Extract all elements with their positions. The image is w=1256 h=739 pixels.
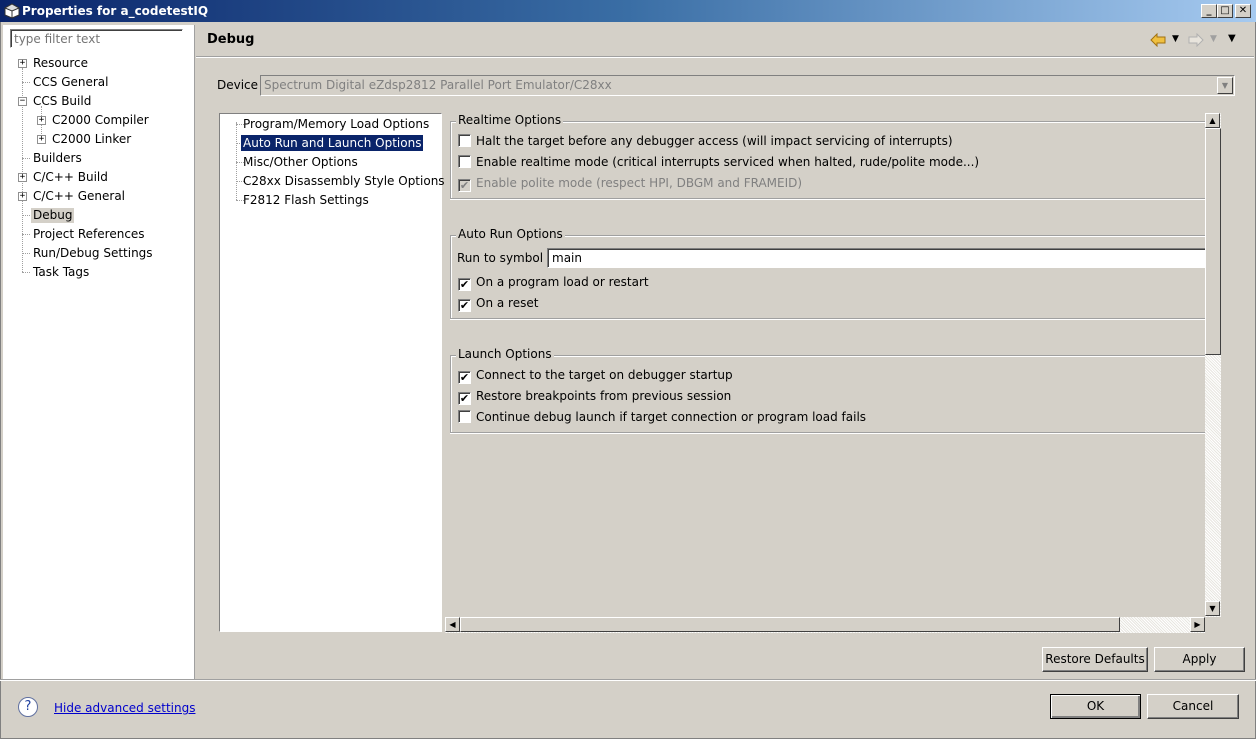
- connect-target-checkbox[interactable]: ✔: [458, 371, 471, 384]
- minimize-button[interactable]: _: [1201, 4, 1217, 18]
- option-disassembly-style[interactable]: C28xx Disassembly Style Options: [243, 173, 445, 189]
- sidebar-item-task-tags[interactable]: Task Tags: [33, 265, 89, 280]
- option-auto-run-launch[interactable]: Auto Run and Launch Options: [241, 135, 424, 151]
- footer-separator: [0, 679, 1256, 681]
- sidebar-item-resource[interactable]: Resource: [33, 56, 88, 71]
- scroll-left-icon[interactable]: ◀: [445, 617, 460, 632]
- option-flash-settings[interactable]: F2812 Flash Settings: [243, 192, 369, 208]
- continue-launch-label: Continue debug launch if target connecti…: [476, 410, 867, 424]
- expand-icon[interactable]: +: [37, 135, 46, 144]
- horizontal-scroll-thumb[interactable]: [460, 617, 1120, 632]
- connect-target-label: Connect to the target on debugger startu…: [476, 368, 733, 382]
- options-content: Realtime Options Halt the target before …: [445, 113, 1221, 632]
- maximize-button[interactable]: □: [1217, 4, 1233, 18]
- vertical-scroll-thumb[interactable]: [1205, 128, 1221, 355]
- expand-icon[interactable]: +: [37, 116, 46, 125]
- sidebar-item-project-references[interactable]: Project References: [33, 227, 145, 242]
- options-category-list: Program/Memory Load Options Auto Run and…: [219, 113, 445, 632]
- sidebar-item-debug[interactable]: Debug: [31, 208, 75, 223]
- vertical-scrollbar[interactable]: ▲ ▼: [1205, 113, 1221, 617]
- halt-target-option[interactable]: Halt the target before any debugger acce…: [458, 134, 953, 148]
- sidebar-item-cpp-general[interactable]: C/C++ General: [33, 189, 125, 204]
- sidebar-item-run-debug-settings[interactable]: Run/Debug Settings: [33, 246, 153, 261]
- option-program-memory-load[interactable]: Program/Memory Load Options: [243, 116, 429, 132]
- restore-breakpoints-checkbox[interactable]: ✔: [458, 392, 471, 405]
- connect-target-option[interactable]: ✔ Connect to the target on debugger start…: [458, 368, 733, 384]
- halt-target-label: Halt the target before any debugger acce…: [476, 134, 953, 148]
- page-title: Debug: [207, 32, 255, 47]
- sidebar-item-ccs-build[interactable]: CCS Build: [33, 94, 91, 109]
- title-bar: Properties for a_codetestIQ _ □ ✕: [0, 0, 1256, 22]
- continue-launch-option[interactable]: Continue debug launch if target connecti…: [458, 410, 866, 424]
- view-menu-icon[interactable]: ▼: [1228, 31, 1236, 47]
- realtime-mode-option[interactable]: Enable realtime mode (critical interrupt…: [458, 155, 979, 169]
- app-icon: [4, 3, 20, 19]
- expand-icon[interactable]: +: [18, 192, 27, 201]
- sidebar-item-c2000-compiler[interactable]: C2000 Compiler: [52, 113, 149, 128]
- sidebar-item-builders[interactable]: Builders: [33, 151, 82, 166]
- restore-defaults-button[interactable]: Restore Defaults: [1042, 647, 1148, 672]
- option-misc-other[interactable]: Misc/Other Options: [243, 154, 358, 170]
- launch-options-legend: Launch Options: [456, 347, 554, 361]
- restore-breakpoints-option[interactable]: ✔ Restore breakpoints from previous sessi…: [458, 389, 731, 405]
- ok-button[interactable]: OK: [1050, 694, 1141, 719]
- restore-breakpoints-label: Restore breakpoints from previous sessio…: [476, 389, 732, 403]
- horizontal-scrollbar[interactable]: ◀ ▶: [445, 617, 1205, 633]
- continue-launch-checkbox[interactable]: [458, 410, 471, 423]
- sidebar-item-c2000-linker[interactable]: C2000 Linker: [52, 132, 131, 147]
- realtime-options-legend: Realtime Options: [456, 113, 564, 127]
- run-to-symbol-input[interactable]: main: [547, 248, 1207, 268]
- on-program-load-label: On a program load or restart: [476, 275, 649, 289]
- polite-mode-label: Enable polite mode (respect HPI, DBGM an…: [476, 176, 803, 190]
- help-icon[interactable]: ?: [18, 697, 38, 717]
- close-button[interactable]: ✕: [1235, 4, 1251, 18]
- sidebar-item-cpp-build[interactable]: C/C++ Build: [33, 170, 108, 185]
- back-history-dropdown-icon[interactable]: ▼: [1172, 31, 1179, 47]
- expand-icon[interactable]: +: [18, 173, 27, 182]
- window-title: Properties for a_codetestIQ: [22, 4, 209, 18]
- collapse-icon[interactable]: −: [18, 97, 27, 106]
- header-separator: [196, 56, 1254, 58]
- back-arrow-icon[interactable]: [1150, 33, 1166, 47]
- realtime-mode-label: Enable realtime mode (critical interrupt…: [476, 155, 980, 169]
- hide-advanced-settings-link[interactable]: Hide advanced settings: [54, 701, 195, 715]
- on-program-load-option[interactable]: ✔ On a program load or restart: [458, 275, 649, 291]
- cancel-button[interactable]: Cancel: [1147, 694, 1239, 719]
- scroll-right-icon[interactable]: ▶: [1190, 617, 1205, 632]
- on-program-load-checkbox[interactable]: ✔: [458, 278, 471, 291]
- forward-history-dropdown-icon[interactable]: ▼: [1210, 31, 1217, 47]
- expand-icon[interactable]: +: [18, 59, 27, 68]
- device-label: Device: [217, 78, 259, 92]
- scroll-down-icon[interactable]: ▼: [1205, 601, 1220, 616]
- sidebar-item-ccs-general[interactable]: CCS General: [33, 75, 108, 90]
- device-select[interactable]: Spectrum Digital eZdsp2812 Parallel Port…: [260, 75, 1235, 96]
- run-to-symbol-label: Run to symbol: [457, 251, 544, 265]
- realtime-mode-checkbox[interactable]: [458, 155, 471, 168]
- halt-target-checkbox[interactable]: [458, 134, 471, 147]
- scroll-up-icon[interactable]: ▲: [1205, 113, 1220, 128]
- device-value: Spectrum Digital eZdsp2812 Parallel Port…: [264, 78, 612, 92]
- on-reset-option[interactable]: ✔ On a reset: [458, 296, 538, 312]
- apply-button[interactable]: Apply: [1154, 647, 1245, 672]
- on-reset-label: On a reset: [476, 296, 539, 310]
- filter-input[interactable]: [10, 29, 183, 48]
- on-reset-checkbox[interactable]: ✔: [458, 299, 471, 312]
- polite-mode-checkbox: ✔: [458, 179, 471, 192]
- forward-arrow-icon[interactable]: [1188, 33, 1204, 47]
- auto-run-options-legend: Auto Run Options: [456, 227, 565, 241]
- polite-mode-option: ✔ Enable polite mode (respect HPI, DBGM a…: [458, 176, 802, 192]
- chevron-down-icon[interactable]: ▼: [1217, 77, 1233, 94]
